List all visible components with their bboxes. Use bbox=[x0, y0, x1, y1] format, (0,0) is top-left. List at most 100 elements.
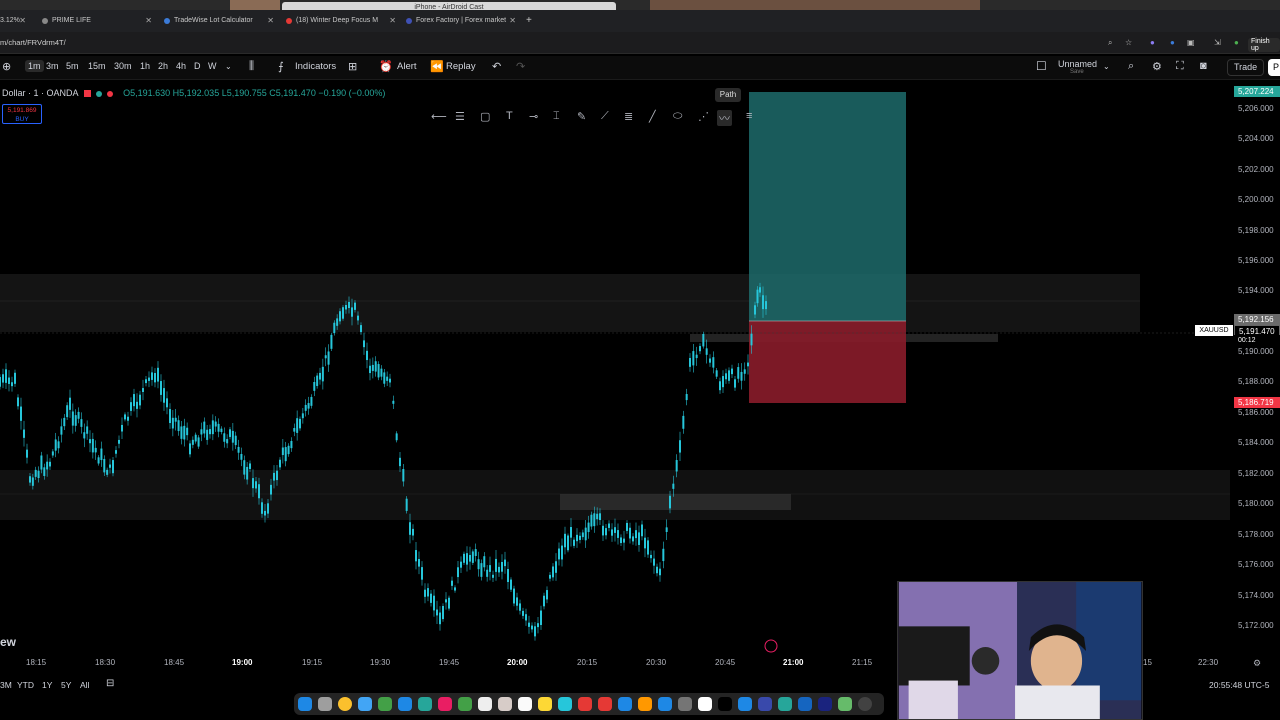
axis-settings-icon[interactable]: ⚙ bbox=[1253, 658, 1261, 669]
range-1y[interactable]: 1Y bbox=[42, 680, 52, 690]
numbers-icon[interactable] bbox=[618, 697, 632, 711]
launchpad-icon[interactable] bbox=[318, 697, 332, 711]
new-tab-button[interactable]: + bbox=[512, 12, 532, 30]
vertical-measure-icon[interactable]: ⌶ bbox=[553, 110, 560, 123]
app-icon[interactable] bbox=[718, 697, 732, 711]
app-icon[interactable] bbox=[798, 697, 812, 711]
bookmark-star-icon[interactable]: ☆ bbox=[1125, 38, 1132, 47]
pen-tool-icon[interactable]: ✎ bbox=[577, 110, 586, 123]
chevron-down-icon[interactable]: ⌄ bbox=[1103, 62, 1110, 71]
marker-icon[interactable] bbox=[764, 639, 778, 653]
grey-box-drawing[interactable] bbox=[560, 494, 791, 510]
maps-icon[interactable] bbox=[418, 697, 432, 711]
path-tool-icon[interactable]: 〰 bbox=[717, 110, 732, 126]
trend-line-icon[interactable]: ╱ bbox=[649, 110, 656, 123]
extension-icon[interactable]: ● bbox=[1170, 38, 1175, 47]
tab-search-icon[interactable]: ⇲ bbox=[1214, 38, 1221, 47]
close-tab-icon[interactable]: ✕ bbox=[19, 12, 26, 30]
steam-icon[interactable] bbox=[818, 697, 832, 711]
long-position-profit-zone[interactable] bbox=[749, 92, 906, 321]
range-all[interactable]: All bbox=[80, 680, 89, 690]
browser-tab[interactable]: (18) Winter Deep Focus M ✕ bbox=[282, 12, 396, 30]
telegram-icon[interactable] bbox=[738, 697, 752, 711]
long-position-loss-zone[interactable] bbox=[749, 321, 906, 403]
settings-gear-icon[interactable]: ⚙ bbox=[1152, 60, 1162, 73]
timeframe-d[interactable]: D bbox=[194, 61, 201, 71]
reminders-icon[interactable] bbox=[518, 697, 532, 711]
photos-icon[interactable] bbox=[438, 697, 452, 711]
facetime-icon[interactable] bbox=[458, 697, 472, 711]
browser-tab[interactable]: 3.12% ✕ bbox=[0, 12, 26, 30]
contacts-icon[interactable] bbox=[498, 697, 512, 711]
horizontal-ray-icon[interactable]: ⟵ bbox=[431, 110, 447, 123]
browser-tab[interactable]: Forex Factory | Forex market ✕ bbox=[402, 12, 516, 30]
music-icon[interactable] bbox=[578, 697, 592, 711]
redo-icon[interactable]: ↷ bbox=[516, 60, 525, 73]
messages-icon[interactable] bbox=[378, 697, 392, 711]
camera-snapshot-icon[interactable]: ◙ bbox=[1200, 60, 1207, 72]
symbol-legend[interactable]: Dollar · 1 · OANDA O5,191.630 H5,192.035… bbox=[2, 88, 385, 98]
close-tab-icon[interactable]: ✕ bbox=[389, 12, 396, 30]
browser-tab[interactable]: TradeWise Lot Calculator ✕ bbox=[160, 12, 274, 30]
url-bar[interactable]: m/chart/FRVdrm4T/ ⌕ ☆ ● ● ▣ ⇲ ● Finish u… bbox=[0, 32, 1280, 54]
horizontal-line-icon[interactable]: ⊸ bbox=[529, 110, 538, 123]
app-icon[interactable] bbox=[778, 697, 792, 711]
trade-button[interactable]: Trade bbox=[1227, 59, 1265, 76]
indicators-icon[interactable]: ⨍ bbox=[278, 60, 284, 73]
range-5y[interactable]: 5Y bbox=[61, 680, 71, 690]
extension-icon[interactable]: ● bbox=[1150, 38, 1155, 47]
text-tool-icon[interactable]: T bbox=[506, 110, 513, 122]
brush-icon[interactable]: ⟋ bbox=[601, 110, 609, 123]
timeframe-1m[interactable]: 1m bbox=[25, 60, 44, 72]
app-icon[interactable] bbox=[858, 697, 872, 711]
zoom-icon[interactable]: ⌕ bbox=[1108, 38, 1112, 48]
date-range-calendar-icon[interactable]: ⊟ bbox=[106, 678, 114, 689]
ellipse-icon[interactable]: ⬭ bbox=[673, 110, 682, 123]
timeframe-w[interactable]: W bbox=[208, 61, 217, 71]
rectangle-icon[interactable]: ▢ bbox=[480, 110, 490, 123]
price-scale[interactable]: 5,207.224 5,206.000 5,204.000 5,202.000 … bbox=[1232, 82, 1280, 657]
timeframe-15m[interactable]: 15m bbox=[88, 61, 106, 71]
timeframe-2h[interactable]: 2h bbox=[158, 61, 168, 71]
notes-icon[interactable] bbox=[538, 697, 552, 711]
profile-avatar-icon[interactable]: ● bbox=[1234, 38, 1239, 47]
close-tab-icon[interactable]: ✕ bbox=[145, 12, 152, 30]
alert-clock-icon[interactable]: ⏰ bbox=[379, 60, 393, 73]
parallel-channel-icon[interactable]: ≣ bbox=[624, 110, 633, 123]
finder-icon[interactable] bbox=[298, 697, 312, 711]
timeframe-5m[interactable]: 5m bbox=[66, 61, 79, 71]
news-icon[interactable] bbox=[598, 697, 612, 711]
more-tools-icon[interactable]: ≡ bbox=[746, 110, 752, 122]
safari-icon[interactable] bbox=[358, 697, 372, 711]
system-settings-icon[interactable] bbox=[678, 697, 692, 711]
mail-icon[interactable] bbox=[398, 697, 412, 711]
fib-retracement-icon[interactable]: ☰ bbox=[455, 110, 465, 123]
chrome-icon[interactable] bbox=[338, 697, 352, 711]
app-store-icon[interactable] bbox=[658, 697, 672, 711]
utc-clock[interactable]: 20:55:48 UTC-5 bbox=[1209, 680, 1269, 690]
freeform-icon[interactable] bbox=[558, 697, 572, 711]
templates-grid-icon[interactable]: ⊞ bbox=[348, 60, 357, 73]
polyline-icon[interactable]: ⋰ bbox=[698, 110, 709, 123]
add-symbol-icon[interactable]: ⊕ bbox=[2, 60, 11, 73]
replay-icon[interactable]: ⏪ bbox=[430, 60, 444, 73]
pages-icon[interactable] bbox=[638, 697, 652, 711]
layout-checkbox-icon[interactable]: ☐ bbox=[1036, 59, 1047, 73]
publish-button[interactable]: P bbox=[1268, 59, 1280, 76]
indicators-button[interactable]: Indicators bbox=[295, 61, 336, 72]
range-ytd[interactable]: YTD bbox=[17, 680, 34, 690]
range-3m[interactable]: 3M bbox=[0, 680, 12, 690]
app-icon[interactable] bbox=[698, 697, 712, 711]
buy-button[interactable]: 5,191.869 BUY bbox=[2, 104, 42, 124]
finish-update-button[interactable]: Finish up bbox=[1248, 38, 1280, 52]
alert-button[interactable]: Alert bbox=[397, 61, 417, 72]
close-tab-icon[interactable]: ✕ bbox=[267, 12, 274, 30]
search-icon[interactable]: ⌕ bbox=[1128, 60, 1134, 73]
timeframe-30m[interactable]: 30m bbox=[114, 61, 132, 71]
app-icon[interactable] bbox=[838, 697, 852, 711]
price-chart[interactable] bbox=[0, 82, 1230, 657]
layout-name[interactable]: Unnamed bbox=[1058, 59, 1097, 69]
browser-tab[interactable]: PRIME LIFE ✕ bbox=[38, 12, 152, 30]
chart-type-candles-icon[interactable]: ⫼ bbox=[249, 60, 254, 73]
symbol-name[interactable]: Dollar · 1 · OANDA bbox=[2, 88, 78, 98]
